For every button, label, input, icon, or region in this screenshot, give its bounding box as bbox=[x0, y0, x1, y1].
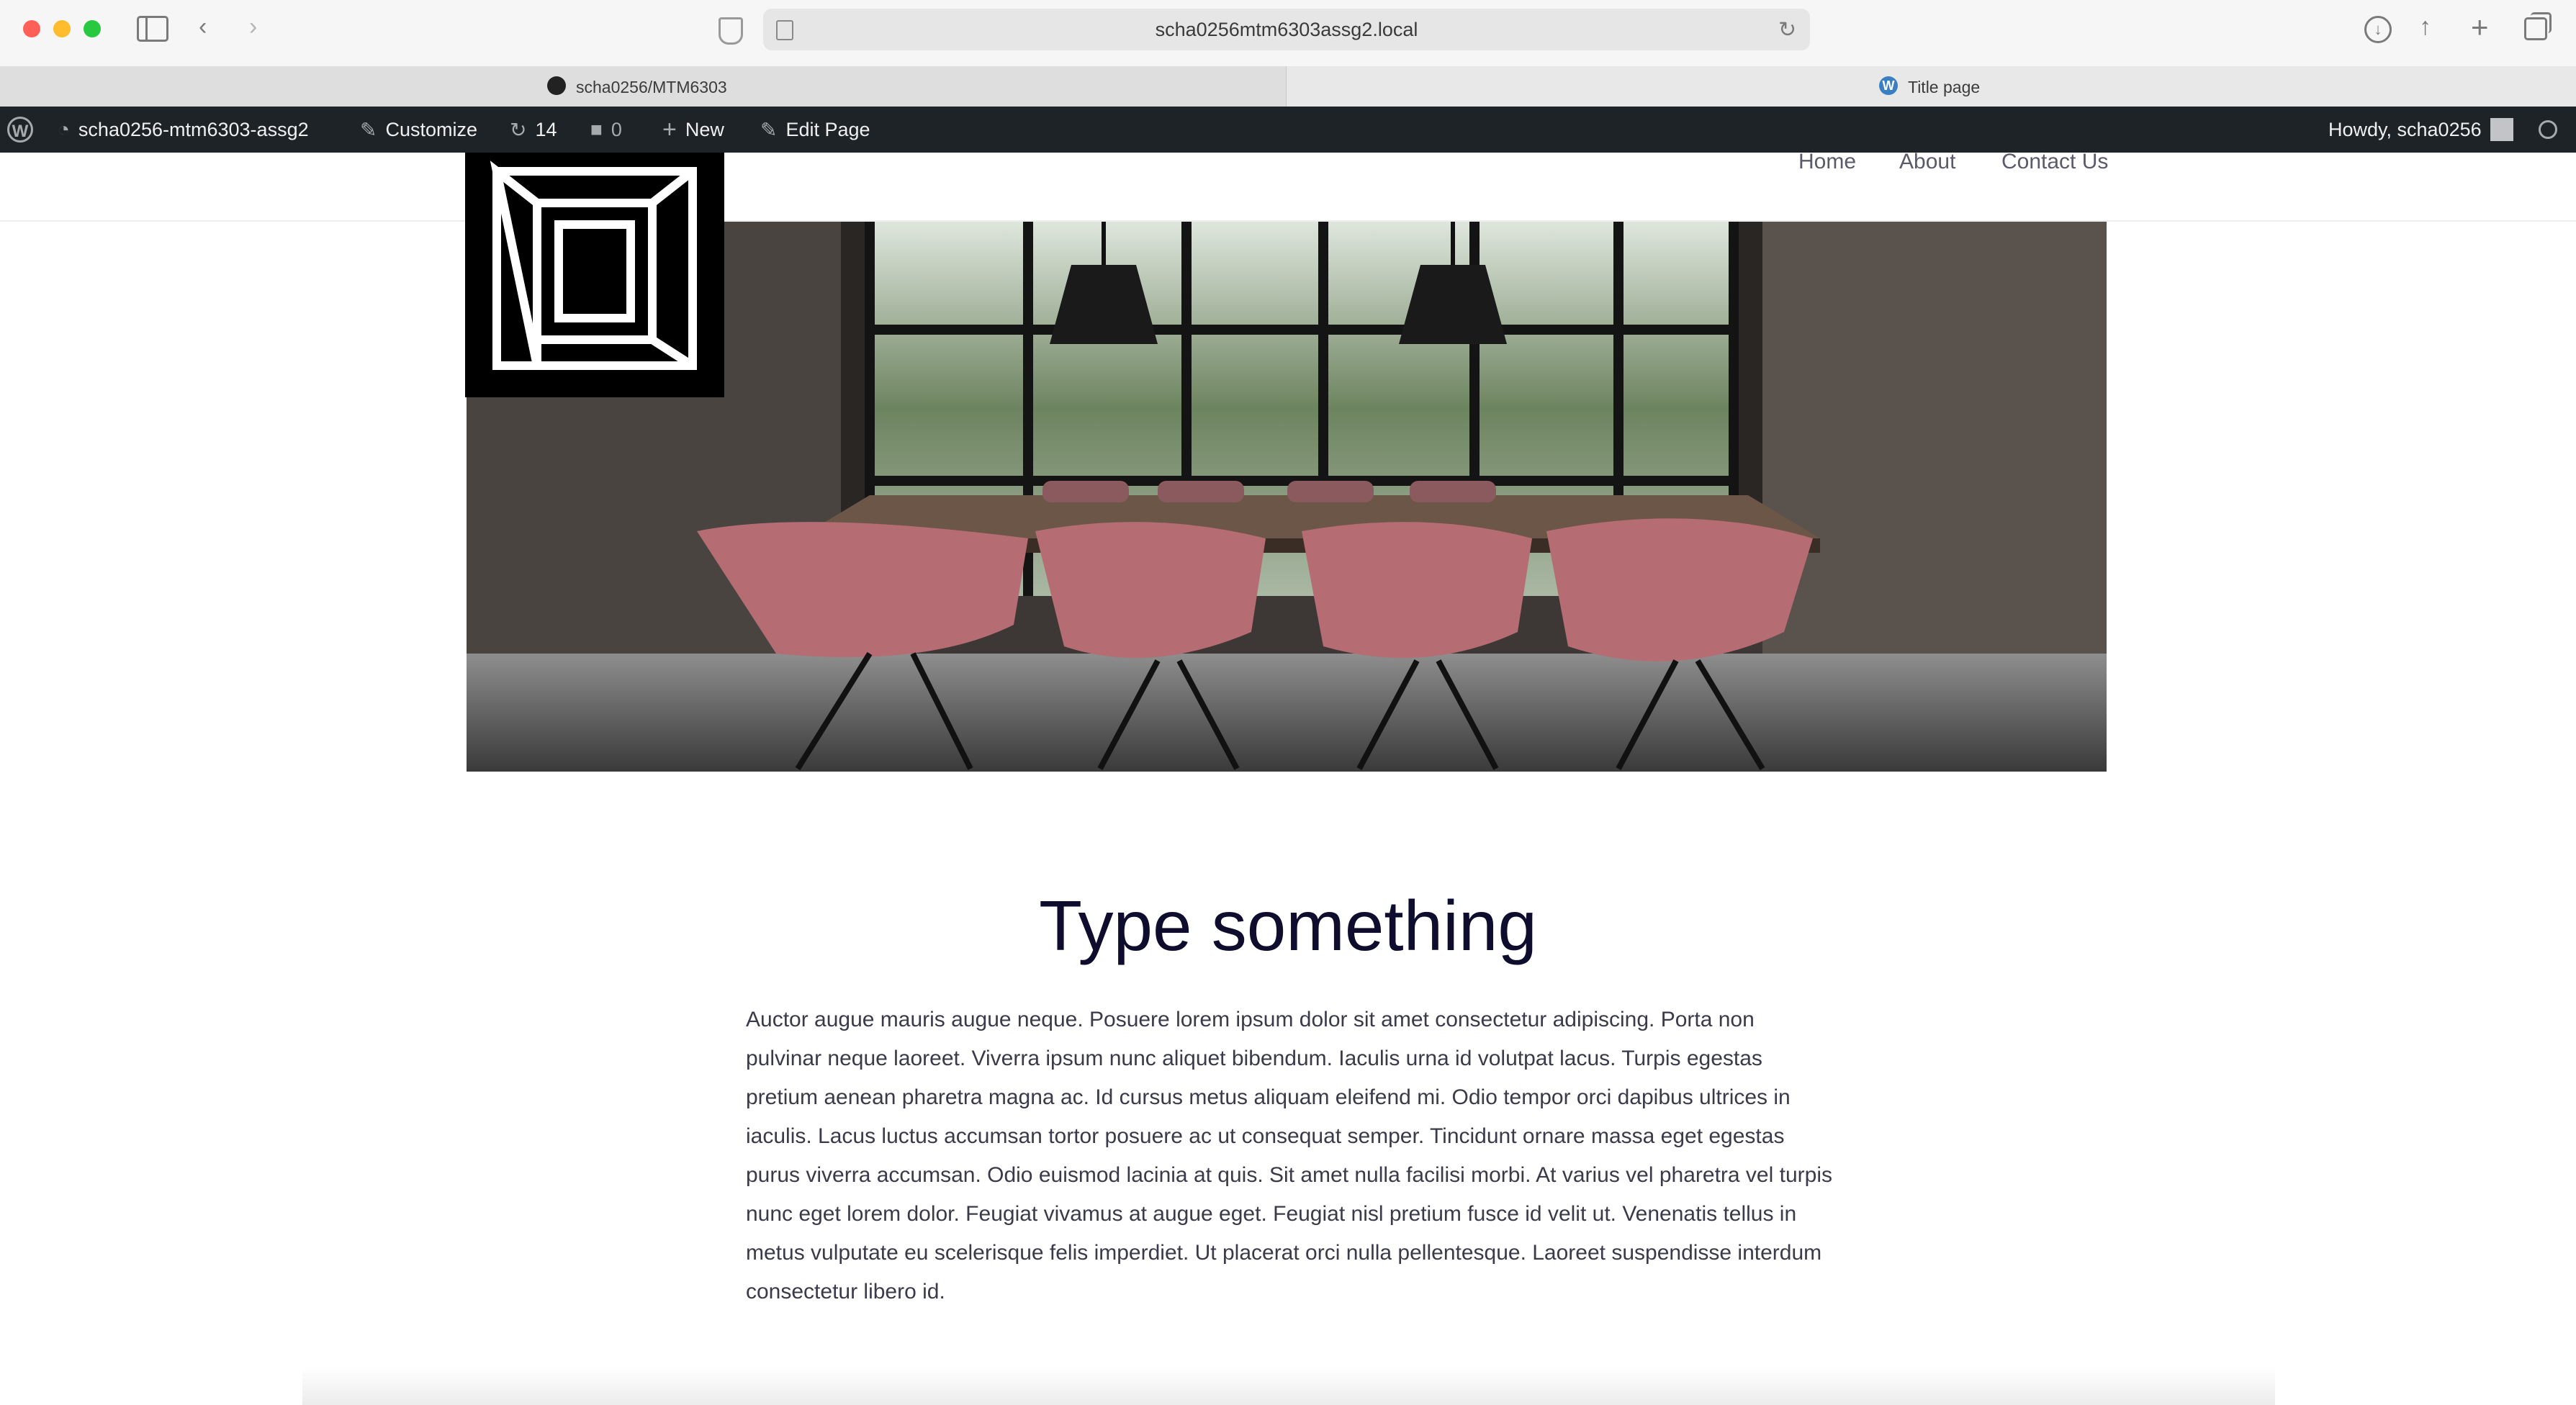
my-account-menu[interactable]: Howdy, scha0256 bbox=[2328, 107, 2513, 153]
admin-search[interactable] bbox=[2539, 107, 2557, 153]
customize-link[interactable]: ✎ Customize bbox=[360, 107, 477, 153]
search-icon bbox=[2539, 120, 2557, 139]
new-tab-icon[interactable]: + bbox=[2471, 10, 2489, 45]
github-icon bbox=[547, 76, 566, 95]
url-text[interactable]: scha0256mtm6303assg2.local bbox=[763, 19, 1810, 41]
pencil-icon: ✎ bbox=[760, 118, 778, 141]
back-icon[interactable]: ‹ bbox=[199, 14, 207, 39]
forward-icon[interactable]: › bbox=[249, 14, 257, 39]
updates-count: 14 bbox=[535, 118, 557, 140]
downloads-icon[interactable]: ↓ bbox=[2364, 16, 2392, 43]
updates-link[interactable]: ↻ 14 bbox=[510, 107, 557, 153]
edit-page-label: Edit Page bbox=[785, 118, 870, 140]
tab-bar: scha0256/MTM6303 W Title page bbox=[0, 66, 2576, 107]
page-paragraph: Auctor augue mauris augue neque. Posuere… bbox=[746, 1008, 1832, 1304]
page-heading: Type something bbox=[1039, 886, 1537, 965]
customize-label: Customize bbox=[385, 118, 478, 140]
brush-icon: ✎ bbox=[360, 118, 377, 141]
avatar bbox=[2490, 118, 2513, 141]
address-bar[interactable]: scha0256mtm6303assg2.local ↻ bbox=[763, 9, 1810, 50]
site-name: scha0256-mtm6303-assg2 bbox=[78, 118, 309, 140]
share-icon[interactable]: ↑ bbox=[2419, 13, 2431, 41]
section-shadow bbox=[302, 1368, 2275, 1405]
site-logo[interactable] bbox=[465, 153, 724, 397]
nav-home[interactable]: Home bbox=[1798, 150, 1856, 174]
comment-icon: ■ bbox=[590, 118, 603, 140]
minimize-window-button[interactable] bbox=[53, 20, 71, 37]
tab-overview-icon[interactable] bbox=[2524, 12, 2552, 40]
site-name-menu[interactable]: ◔ scha0256-mtm6303-assg2 bbox=[58, 107, 309, 153]
tab-title-page[interactable]: W Title page bbox=[1286, 66, 2576, 107]
new-label: New bbox=[685, 118, 724, 140]
tab-label: scha0256/MTM6303 bbox=[576, 78, 727, 96]
updates-icon: ↻ bbox=[510, 118, 527, 141]
howdy-label: Howdy, scha0256 bbox=[2328, 118, 2482, 140]
zoom-window-button[interactable] bbox=[84, 20, 101, 37]
plus-icon: + bbox=[662, 115, 677, 143]
sidebar-toggle-icon[interactable] bbox=[137, 16, 168, 42]
comments-count: 0 bbox=[611, 118, 622, 140]
browser-toolbar: ‹ › scha0256mtm6303assg2.local ↻ ↓ ↑ + bbox=[0, 0, 2576, 67]
dashboard-icon: ◔ bbox=[58, 118, 70, 140]
new-content-menu[interactable]: + New bbox=[662, 107, 724, 153]
reload-icon[interactable]: ↻ bbox=[1778, 17, 1796, 42]
wordpress-icon: W bbox=[1879, 76, 1898, 95]
edit-page-link[interactable]: ✎ Edit Page bbox=[760, 107, 870, 153]
wordpress-logo-icon: W bbox=[7, 117, 33, 143]
close-window-button[interactable] bbox=[23, 20, 40, 37]
nav-contact-us[interactable]: Contact Us bbox=[2001, 150, 2108, 174]
tab-github[interactable]: scha0256/MTM6303 bbox=[0, 66, 1287, 107]
wp-admin-bar: W ◔ scha0256-mtm6303-assg2 ✎ Customize ↻… bbox=[0, 107, 2576, 153]
cube-logo-icon bbox=[490, 161, 697, 370]
tab-label: Title page bbox=[1908, 78, 1981, 96]
wp-logo-menu[interactable]: W bbox=[7, 107, 33, 153]
comments-link[interactable]: ■ 0 bbox=[590, 107, 622, 153]
privacy-shield-icon[interactable] bbox=[719, 17, 743, 45]
nav-about[interactable]: About bbox=[1899, 150, 1955, 174]
